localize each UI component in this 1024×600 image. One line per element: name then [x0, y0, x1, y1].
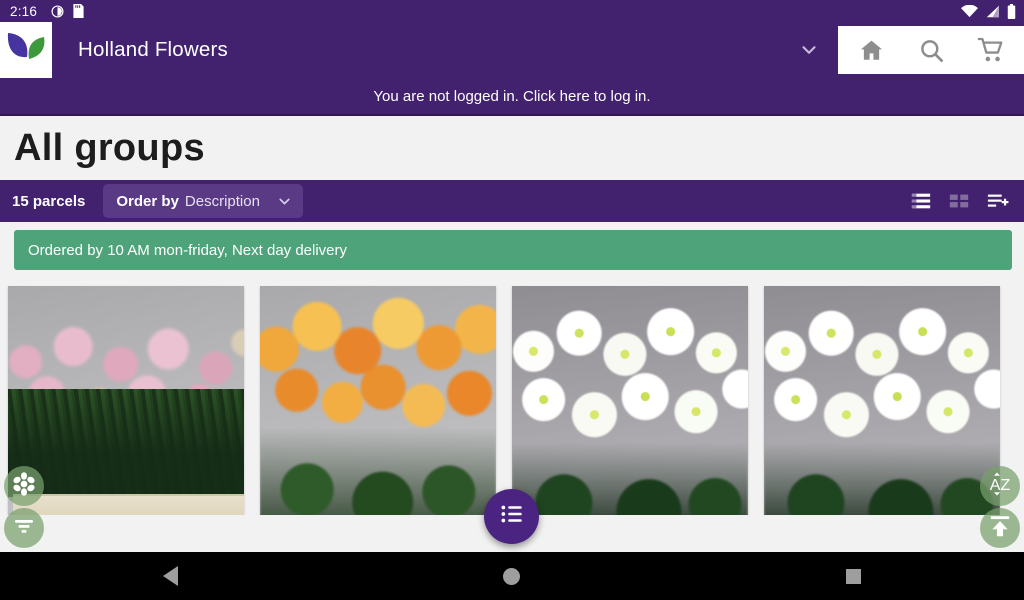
playlist-add-icon[interactable] — [986, 190, 1010, 212]
product-grid — [0, 270, 1024, 515]
sort-az-fab[interactable]: AZ — [980, 466, 1020, 506]
page-title-area: All groups — [0, 116, 1024, 180]
delivery-notice-banner: Ordered by 10 AM mon-friday, Next day de… — [14, 230, 1012, 270]
product-image-4 — [764, 286, 1000, 515]
recents-square-icon[interactable] — [823, 552, 883, 600]
content-toolbar: 15 parcels Order by Description — [0, 180, 1024, 222]
grid-view-icon[interactable] — [948, 190, 970, 212]
product-image-2 — [260, 286, 496, 515]
filter-fab[interactable] — [4, 508, 44, 548]
scroll-top-fab[interactable] — [980, 508, 1020, 548]
app-screen: 2:16 Holland Flowers You are not logged … — [0, 0, 1024, 600]
signal-icon — [985, 5, 1000, 18]
appbar-actions — [838, 26, 1024, 74]
list-view-icon[interactable] — [910, 190, 932, 212]
filter-funnel-icon — [12, 514, 36, 543]
list-icon — [499, 501, 525, 532]
product-card-2[interactable] — [260, 286, 496, 515]
app-bar: Holland Flowers — [0, 22, 1024, 78]
order-by-label: Order by — [116, 192, 179, 210]
contrast-icon — [51, 4, 64, 18]
app-title: Holland Flowers — [78, 38, 228, 61]
delivery-notice-text: Ordered by 10 AM mon-friday, Next day de… — [28, 241, 348, 259]
login-notice-bar[interactable]: You are not logged in. Click here to log… — [0, 78, 1024, 116]
page-title: All groups — [14, 126, 205, 169]
order-by-dropdown[interactable]: Order by Description — [103, 184, 303, 218]
arrow-up-icon — [987, 513, 1013, 544]
leaf-logo[interactable] — [0, 22, 52, 78]
battery-icon — [1007, 3, 1016, 19]
home-icon[interactable] — [848, 27, 894, 73]
product-image-3 — [512, 286, 748, 515]
svg-text:AZ: AZ — [990, 477, 1011, 494]
product-card-3[interactable] — [512, 286, 748, 515]
list-fab[interactable] — [484, 489, 539, 544]
notice-area: Ordered by 10 AM mon-friday, Next day de… — [0, 222, 1024, 270]
wifi-icon — [961, 4, 978, 18]
appbar-dropdown-chevron-down-icon[interactable] — [786, 22, 832, 78]
order-by-value: Description — [184, 192, 260, 210]
sdcard-icon — [73, 4, 84, 18]
flower-gear-icon — [11, 471, 37, 502]
status-bar: 2:16 — [0, 0, 1024, 22]
cart-icon[interactable] — [968, 27, 1014, 73]
back-triangle-icon[interactable] — [141, 552, 201, 600]
login-notice-text: You are not logged in. Click here to log… — [373, 87, 651, 105]
parcel-count-label: 15 parcels — [12, 192, 86, 210]
search-icon[interactable] — [908, 27, 954, 73]
view-mode-icons — [910, 190, 1014, 212]
android-nav-bar — [0, 552, 1024, 600]
settings-fab[interactable] — [4, 466, 44, 506]
home-circle-icon[interactable] — [482, 552, 542, 600]
status-clock: 2:16 — [10, 3, 38, 19]
product-card-4[interactable] — [764, 286, 1000, 515]
order-by-chevron-down-icon — [276, 193, 293, 210]
sort-az-icon: AZ — [984, 469, 1016, 504]
